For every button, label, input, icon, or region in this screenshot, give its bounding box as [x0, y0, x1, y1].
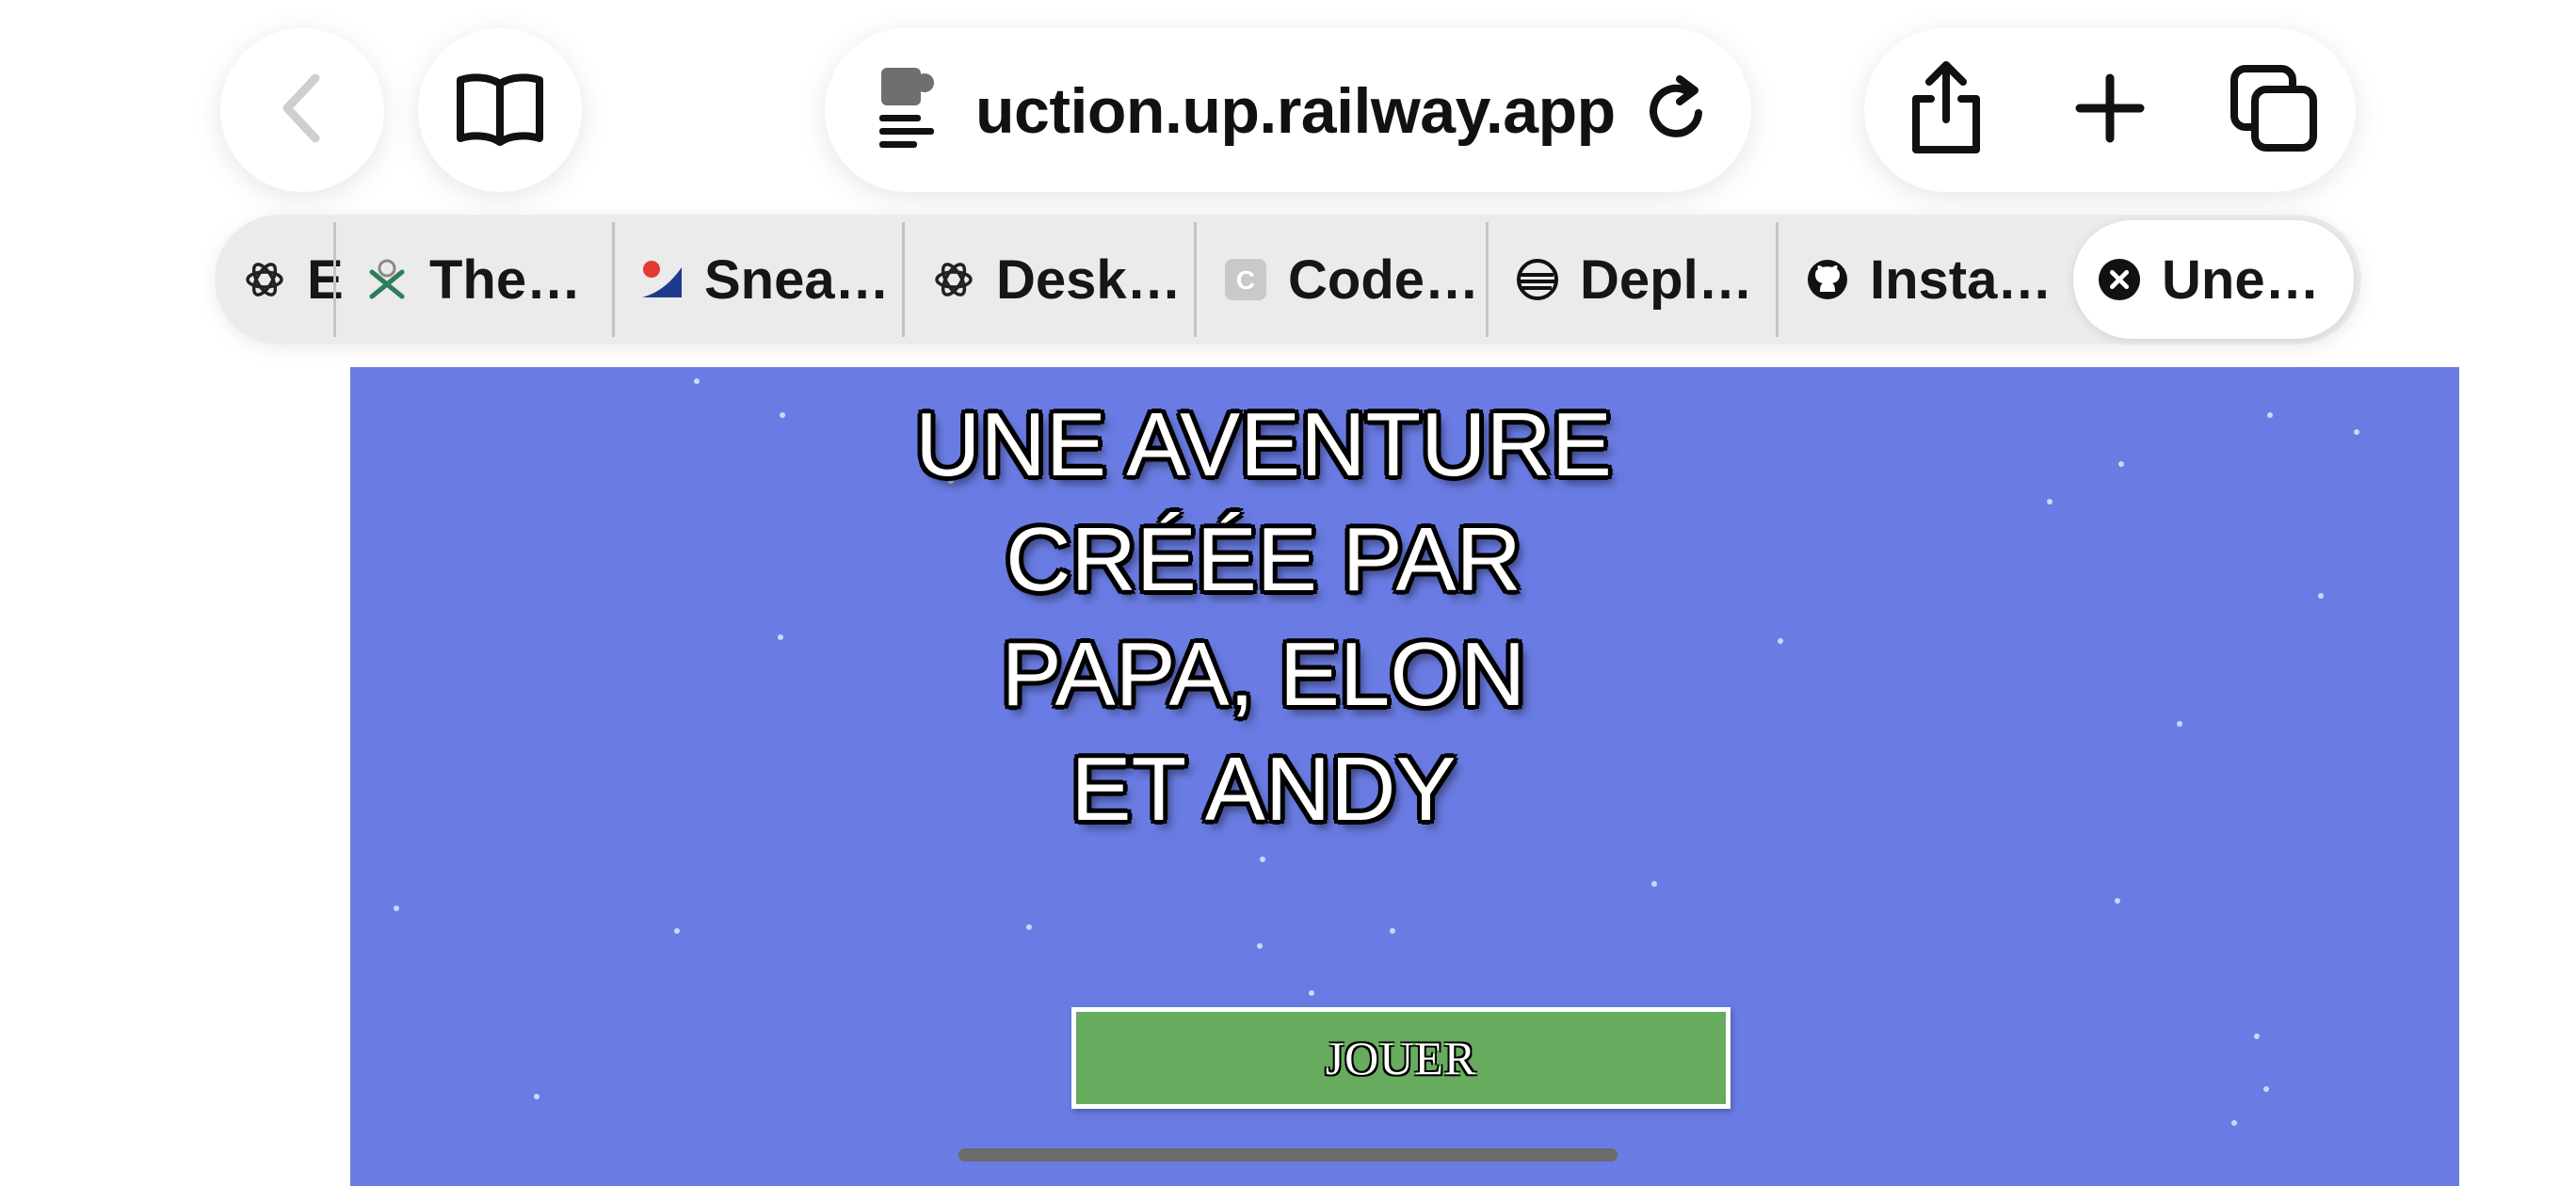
- game-title: UNE AVENTURE CRÉÉE PAR PAPA, ELON ET AND…: [793, 388, 1734, 847]
- tab-5[interactable]: C Code…: [1224, 215, 1479, 345]
- play-button-label: JOUER: [1325, 1032, 1477, 1084]
- star: [1651, 881, 1657, 887]
- tab-strip: E The… Snea… Desk… C Code… Depl… Insta… …: [215, 215, 2361, 345]
- tab-1[interactable]: E: [243, 215, 344, 345]
- star: [674, 928, 680, 934]
- horizontal-scrollbar[interactable]: [958, 1148, 1618, 1162]
- star: [778, 634, 783, 640]
- star: [1309, 990, 1314, 996]
- tab-1-label: E: [307, 248, 344, 311]
- star: [1778, 638, 1783, 644]
- tab-separator: [1486, 222, 1489, 337]
- star: [1260, 857, 1265, 862]
- reload-icon[interactable]: [1644, 75, 1712, 152]
- star: [394, 906, 399, 911]
- tab-4-label: Desk…: [996, 248, 1182, 311]
- tab-separator: [612, 222, 615, 337]
- tab-7-label: Insta…: [1870, 248, 2053, 311]
- book-icon: [455, 71, 545, 151]
- tab-3[interactable]: Snea…: [640, 215, 890, 345]
- title-line-3: PAPA, ELON: [1001, 624, 1526, 725]
- tab-6-label: Depl…: [1580, 248, 1753, 311]
- openai-icon: [932, 258, 975, 301]
- tab-overview-button[interactable]: [2192, 28, 2356, 192]
- title-line-4: ET ANDY: [1071, 739, 1457, 840]
- tab-7[interactable]: Insta…: [1806, 215, 2052, 345]
- openai-icon: [243, 258, 286, 301]
- toolbar-actions: [1864, 28, 2356, 192]
- new-tab-button[interactable]: [2028, 28, 2192, 192]
- star: [534, 1094, 539, 1099]
- star: [1257, 943, 1263, 949]
- star: [1390, 928, 1395, 934]
- star: [2118, 461, 2124, 467]
- tab-3-label: Snea…: [704, 248, 890, 311]
- back-button[interactable]: [220, 28, 384, 192]
- sneaker-site-icon: [640, 258, 684, 301]
- close-icon[interactable]: [2098, 258, 2141, 301]
- svg-text:C: C: [1236, 265, 1255, 295]
- tab-6[interactable]: Depl…: [1516, 215, 1753, 345]
- share-icon: [1907, 60, 1986, 160]
- game-canvas[interactable]: UNE AVENTURE CRÉÉE PAR PAPA, ELON ET AND…: [350, 367, 2459, 1186]
- url-text[interactable]: uction.up.railway.app: [975, 75, 1616, 147]
- tab-separator: [902, 222, 905, 337]
- tab-separator: [333, 222, 336, 337]
- tool-icon: [365, 258, 409, 301]
- star: [2254, 1034, 2260, 1039]
- star: [1026, 924, 1032, 930]
- star: [2267, 412, 2273, 418]
- plus-icon: [2074, 72, 2146, 149]
- tabs-icon: [2230, 64, 2317, 156]
- tab-2-label: The…: [429, 248, 582, 311]
- star: [2231, 1120, 2237, 1126]
- title-line-1: UNE AVENTURE: [915, 394, 1612, 495]
- tab-4[interactable]: Desk…: [932, 215, 1182, 345]
- github-icon: [1806, 258, 1849, 301]
- star: [780, 412, 785, 418]
- page-settings-icon[interactable]: [877, 64, 938, 159]
- tab-2[interactable]: The…: [365, 215, 581, 345]
- bookmarks-button[interactable]: [418, 28, 582, 192]
- share-button[interactable]: [1864, 28, 2028, 192]
- railway-icon: [1516, 258, 1559, 301]
- tab-5-label: Code…: [1288, 248, 1479, 311]
- tab-8-label: Une…: [2162, 248, 2320, 311]
- chevron-left-icon: [274, 71, 330, 151]
- codesandbox-c-icon: C: [1224, 258, 1267, 301]
- star: [2115, 898, 2120, 904]
- title-line-2: CRÉÉE PAR: [1006, 509, 1521, 610]
- star: [2047, 499, 2053, 505]
- star: [694, 378, 700, 384]
- star: [2263, 1086, 2269, 1092]
- tab-separator: [1194, 222, 1197, 337]
- star: [2354, 429, 2359, 435]
- play-button[interactable]: JOUER: [1071, 1007, 1731, 1109]
- star: [2177, 721, 2182, 727]
- star: [2318, 593, 2324, 599]
- tab-separator: [1776, 222, 1779, 337]
- tab-8-active[interactable]: Une…: [2073, 220, 2354, 339]
- address-bar[interactable]: uction.up.railway.app: [825, 28, 1751, 192]
